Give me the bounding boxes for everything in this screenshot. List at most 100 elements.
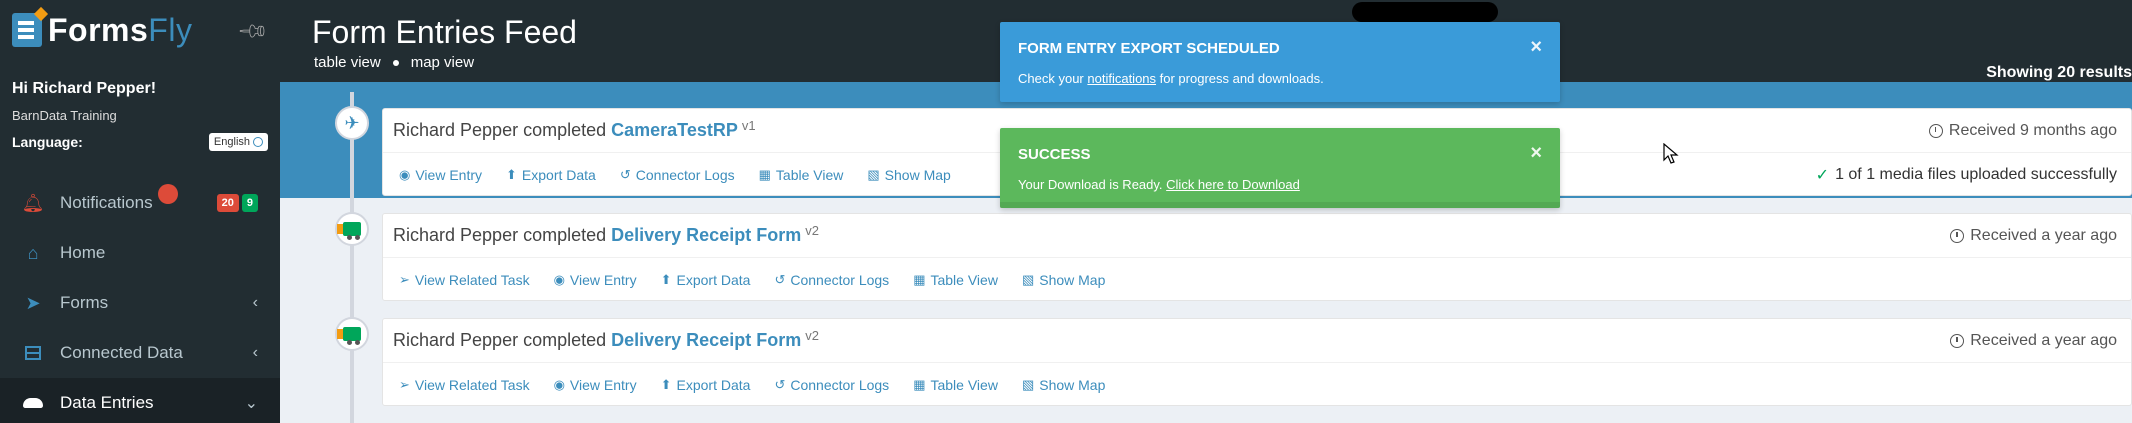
sidebar-item-label: Notifications <box>60 193 153 212</box>
sidebar-item-data-entries[interactable]: Data Entries ⌄ <box>0 378 280 423</box>
results-count: Showing 20 results <box>1986 64 2132 81</box>
timeline-node: ✈ <box>335 106 369 140</box>
logo-text: FormsFly <box>48 11 193 48</box>
language-button[interactable]: English <box>208 133 268 151</box>
sidebar-item-label: Home <box>60 243 106 262</box>
timeline-node <box>335 317 369 351</box>
export-scheduled-toast: FORM ENTRY EXPORT SCHEDULED Check your n… <box>1000 22 1560 102</box>
send-icon: ➢ <box>399 271 410 287</box>
history-icon: ↺ <box>774 271 786 287</box>
clock-icon <box>1928 123 1943 138</box>
connector-logs-button[interactable]: ↺ Connector Logs <box>774 377 889 393</box>
user-panel: Hi Richard Pepper! BarnData Training Lan… <box>0 60 280 151</box>
view-entry-button[interactable]: ◉ View Entry <box>554 272 637 288</box>
page-title: Form Entries Feed <box>312 14 577 50</box>
send-icon: ➢ <box>399 376 410 392</box>
sidebar-item-forms[interactable]: ➤ Forms ‹ <box>0 278 280 328</box>
entry-form-link[interactable]: Delivery Receipt Form <box>611 330 801 351</box>
sidebar-menu: 🔔︎ Notifications 20 9 ⌂ Home ➤ Forms ‹ C… <box>0 178 280 423</box>
show-map-button[interactable]: ▧ Show Map <box>867 167 950 183</box>
map-icon: ▧ <box>867 166 880 182</box>
table-icon: ▦ <box>758 166 771 182</box>
export-data-button[interactable]: ⬆ Export Data <box>506 167 596 183</box>
view-entry-button[interactable]: ◉ View Entry <box>554 377 637 393</box>
clock-icon <box>1950 333 1965 348</box>
notification-badge-green: 9 <box>241 194 258 212</box>
entry-version: v2 <box>805 328 819 343</box>
timeline-node <box>335 212 369 246</box>
map-icon: ▧ <box>1021 271 1035 287</box>
table-icon: ▦ <box>913 376 926 392</box>
truck-icon <box>337 222 361 240</box>
entry-form-link[interactable]: CameraTestRP <box>611 120 738 141</box>
globe-icon <box>253 137 263 147</box>
eye-icon: ◉ <box>553 271 565 287</box>
view-related-task-button[interactable]: ➢ View Related Task <box>399 377 530 393</box>
entry-actions: ➢ View Related Task ◉ View Entry ⬆ Export D… <box>383 258 2131 301</box>
notification-badge-red: 20 <box>216 194 239 212</box>
map-view-link[interactable]: map view <box>411 54 474 71</box>
table-view-button[interactable]: ▦ Table View <box>913 272 998 288</box>
toast-body: Your Download is Ready. Click here to Do… <box>1018 177 1300 192</box>
close-icon[interactable]: × <box>1530 36 1542 59</box>
timeline-line <box>350 92 354 423</box>
table-view-button[interactable]: ▦ Table View <box>913 377 998 393</box>
entry-received: Received a year ago <box>1950 332 2117 350</box>
table-view-link[interactable]: table view <box>314 54 381 71</box>
check-icon: ✓ <box>1815 166 1830 184</box>
paper-plane-icon: ✈ <box>344 112 360 133</box>
entry-user: Richard Pepper completed <box>393 225 607 245</box>
connector-logs-button[interactable]: ↺ Connector Logs <box>774 272 889 288</box>
toast-title: SUCCESS <box>1018 146 1091 163</box>
close-icon[interactable]: × <box>1530 142 1542 165</box>
show-map-button[interactable]: ▧ Show Map <box>1022 377 1105 393</box>
home-icon: ⌂ <box>27 242 39 263</box>
redacted-area <box>1352 2 1498 22</box>
sidebar-item-notifications[interactable]: 🔔︎ Notifications 20 9 <box>0 178 280 228</box>
sidebar: FormsFly 📌︎ Hi Richard Pepper! BarnData … <box>0 0 280 423</box>
view-related-task-button[interactable]: ➢ View Related Task <box>399 272 530 288</box>
eye-icon: ◉ <box>553 376 565 392</box>
logo[interactable]: FormsFly 📌︎ <box>0 0 280 60</box>
entry-version: v1 <box>741 118 756 133</box>
notifications-link[interactable]: notifications <box>1087 71 1156 86</box>
separator-dot <box>392 59 399 66</box>
sidebar-item-label: Connected Data <box>60 343 183 362</box>
table-view-button[interactable]: ▦ Table View <box>759 167 844 183</box>
success-toast: SUCCESS Your Download is Ready. Click he… <box>1000 128 1560 208</box>
entry-received: Received 9 months ago <box>1928 122 2117 140</box>
entry-user: Richard Pepper completed <box>393 330 607 350</box>
table-icon: ▦ <box>913 271 926 287</box>
language-label: Language: <box>12 134 83 150</box>
entry-header: Richard Pepper completed Delivery Receip… <box>383 214 2131 258</box>
toast-progress-bar <box>1000 202 1560 208</box>
entry-form-link[interactable]: Delivery Receipt Form <box>611 225 801 246</box>
notification-dot <box>158 184 178 204</box>
table-icon <box>22 342 44 364</box>
sidebar-item-home[interactable]: ⌂ Home <box>0 228 280 278</box>
map-icon: ▧ <box>1021 376 1035 392</box>
chevron-down-icon: ⌄ <box>244 395 258 412</box>
export-data-button[interactable]: ⬆ Export Data <box>661 377 751 393</box>
entry-user: Richard Pepper completed <box>393 120 607 140</box>
export-icon: ⬆ <box>506 166 517 182</box>
eye-icon: ◉ <box>399 166 411 182</box>
entry-card: Richard Pepper completed Delivery Receip… <box>382 318 2132 406</box>
entry-received: Received a year ago <box>1950 227 2117 245</box>
entry-header: Richard Pepper completed Delivery Receip… <box>383 319 2131 363</box>
pin-icon[interactable]: 📌︎ <box>236 13 270 49</box>
chevron-left-icon: ‹ <box>252 294 258 311</box>
organization-name: BarnData Training <box>12 108 117 123</box>
export-data-button[interactable]: ⬆ Export Data <box>661 272 751 288</box>
toast-body: Check your notifications for progress an… <box>1018 71 1324 86</box>
language-row: Language: English <box>12 133 268 151</box>
view-entry-button[interactable]: ◉ View Entry <box>399 167 482 183</box>
sidebar-item-connected-data[interactable]: Connected Data ‹ <box>0 328 280 378</box>
sidebar-item-label: Forms <box>60 293 109 312</box>
show-map-button[interactable]: ▧ Show Map <box>1022 272 1105 288</box>
media-upload-status: ✓ 1 of 1 media files uploaded successfull… <box>1815 165 2117 184</box>
toast-title: FORM ENTRY EXPORT SCHEDULED <box>1018 40 1280 57</box>
download-link[interactable]: Click here to Download <box>1166 177 1300 192</box>
connector-logs-button[interactable]: ↺ Connector Logs <box>620 167 735 183</box>
entry-actions: ➢ View Related Task ◉ View Entry ⬆ Export D… <box>383 363 2131 406</box>
